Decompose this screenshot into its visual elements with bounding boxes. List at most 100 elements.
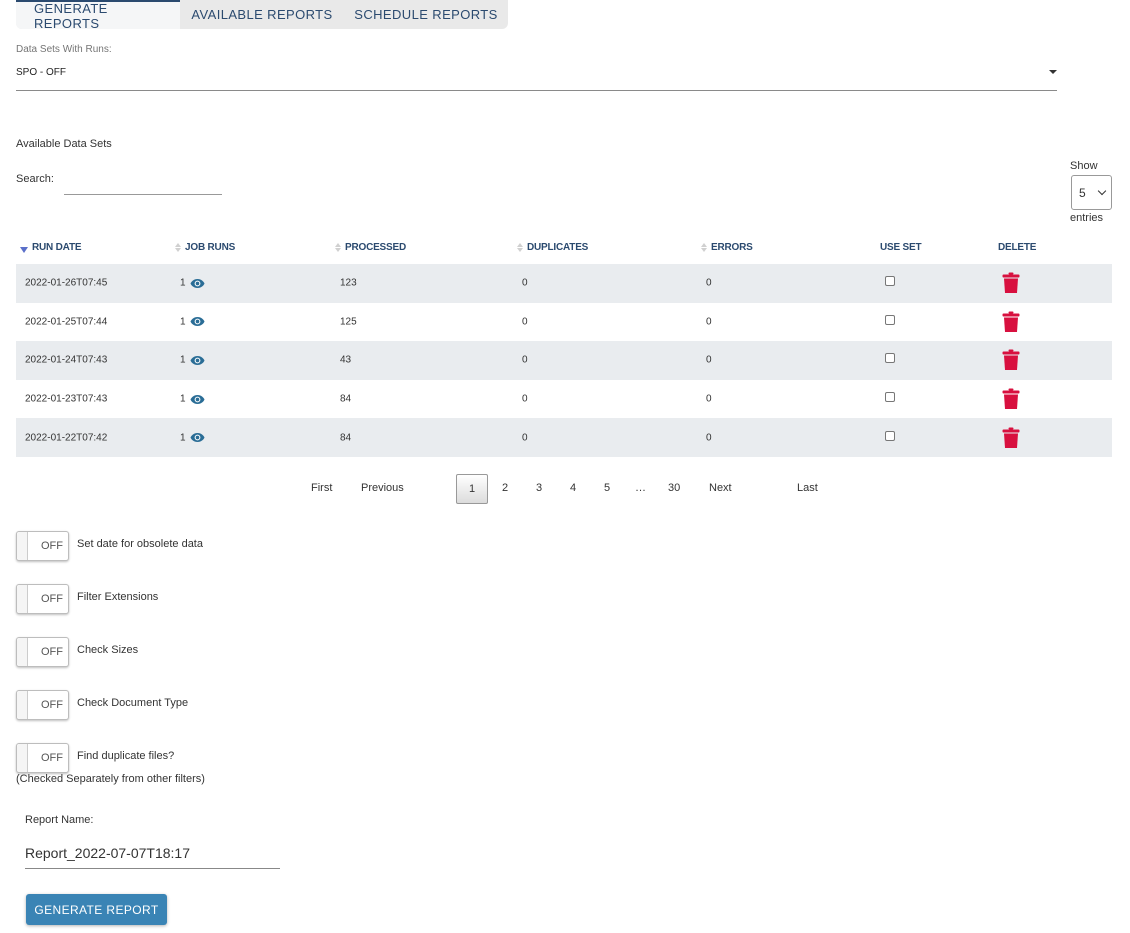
use-set-cell bbox=[885, 314, 895, 325]
column-header-errors[interactable]: ERRORS bbox=[701, 242, 753, 253]
processed-cell: 123 bbox=[340, 277, 357, 289]
toggle-row-check-sizes: OFF Check Sizes bbox=[16, 637, 138, 667]
pagination-ellipsis: … bbox=[635, 482, 646, 494]
use-set-cell bbox=[885, 392, 895, 403]
dataset-select-label: Data Sets With Runs: bbox=[16, 44, 112, 55]
toggle-state: OFF bbox=[41, 540, 63, 552]
eye-icon[interactable] bbox=[190, 433, 205, 443]
caret-down-icon bbox=[1049, 70, 1057, 74]
find-duplicates-toggle[interactable]: OFF bbox=[16, 743, 69, 773]
sort-icon bbox=[335, 243, 341, 252]
processed-cell: 125 bbox=[340, 316, 357, 328]
trash-icon[interactable] bbox=[1002, 388, 1020, 410]
eye-icon[interactable] bbox=[190, 394, 205, 404]
toggle-label: Set date for obsolete data bbox=[77, 538, 203, 550]
eye-icon[interactable] bbox=[190, 278, 205, 288]
eye-icon[interactable] bbox=[190, 355, 205, 366]
job-runs-cell: 1 bbox=[180, 432, 205, 443]
check-document-type-toggle[interactable]: OFF bbox=[16, 690, 69, 720]
entries-label: entries bbox=[1070, 212, 1104, 224]
pagination-next[interactable]: Next bbox=[709, 482, 732, 494]
column-header-job-runs[interactable]: JOB RUNS bbox=[175, 242, 235, 253]
duplicates-cell: 0 bbox=[522, 354, 528, 366]
pagination-last[interactable]: Last bbox=[797, 482, 818, 494]
use-set-cell bbox=[885, 353, 895, 364]
job-runs-count: 1 bbox=[180, 393, 186, 405]
pagination-page-5[interactable]: 5 bbox=[604, 482, 610, 494]
pagination-page-4[interactable]: 4 bbox=[570, 482, 576, 494]
pagination-page-2[interactable]: 2 bbox=[502, 482, 508, 494]
check-sizes-toggle[interactable]: OFF bbox=[16, 637, 69, 667]
table-row: 2022-01-23T07:43 1 84 0 0 bbox=[16, 380, 1112, 419]
processed-cell: 84 bbox=[340, 432, 352, 444]
run-date-cell: 2022-01-25T07:44 bbox=[25, 316, 108, 328]
job-runs-count: 1 bbox=[180, 354, 186, 366]
column-header-run-date[interactable]: RUN DATE bbox=[20, 242, 82, 253]
sort-icon bbox=[517, 243, 523, 252]
delete-cell bbox=[1002, 427, 1020, 449]
pagination-previous[interactable]: Previous bbox=[361, 482, 404, 494]
report-name-input[interactable] bbox=[25, 838, 280, 869]
errors-cell: 0 bbox=[706, 432, 712, 444]
job-runs-cell: 1 bbox=[180, 278, 205, 289]
tab-schedule-reports[interactable]: SCHEDULE REPORTS bbox=[344, 0, 508, 29]
available-data-sets-title: Available Data Sets bbox=[16, 138, 112, 150]
trash-icon[interactable] bbox=[1002, 311, 1020, 333]
page-length-select[interactable]: 5 bbox=[1071, 175, 1112, 210]
job-runs-cell: 1 bbox=[180, 394, 205, 405]
job-runs-count: 1 bbox=[180, 277, 186, 289]
tab-generate-reports[interactable]: GENERATE REPORTS bbox=[16, 0, 180, 31]
errors-cell: 0 bbox=[706, 393, 712, 405]
duplicates-cell: 0 bbox=[522, 393, 528, 405]
column-label: RUN DATE bbox=[32, 242, 82, 253]
eye-icon[interactable] bbox=[190, 317, 205, 327]
use-set-cell bbox=[885, 430, 895, 441]
delete-cell bbox=[1002, 349, 1020, 371]
column-label: PROCESSED bbox=[345, 242, 406, 253]
pagination-page-1[interactable]: 1 bbox=[456, 474, 488, 504]
delete-cell bbox=[1002, 272, 1020, 294]
pagination-page-30[interactable]: 30 bbox=[668, 482, 680, 494]
column-label: ERRORS bbox=[711, 242, 753, 253]
processed-cell: 84 bbox=[340, 393, 352, 405]
search-label: Search: bbox=[16, 173, 54, 185]
trash-icon[interactable] bbox=[1002, 349, 1020, 371]
column-label: DUPLICATES bbox=[527, 242, 589, 253]
use-set-checkbox[interactable] bbox=[885, 392, 895, 403]
table-body: 2022-01-26T07:45 1 123 0 0 2022-01-25T07… bbox=[16, 264, 1112, 457]
column-label: JOB RUNS bbox=[185, 242, 236, 253]
table-header: RUN DATE JOB RUNS PROCESSED DUPLICATES E… bbox=[16, 235, 1112, 264]
errors-cell: 0 bbox=[706, 277, 712, 289]
delete-cell bbox=[1002, 311, 1020, 333]
trash-icon[interactable] bbox=[1002, 427, 1020, 449]
search-input[interactable] bbox=[64, 176, 222, 195]
column-header-use-set: USE SET bbox=[880, 242, 922, 253]
use-set-cell bbox=[885, 276, 895, 287]
toggle-label: Filter Extensions bbox=[77, 591, 159, 603]
generate-report-button[interactable]: GENERATE REPORT bbox=[26, 894, 167, 925]
column-header-duplicates[interactable]: DUPLICATES bbox=[517, 242, 588, 253]
use-set-checkbox[interactable] bbox=[885, 353, 895, 364]
use-set-checkbox[interactable] bbox=[885, 314, 895, 325]
obsolete-date-toggle[interactable]: OFF bbox=[16, 531, 69, 561]
report-name-label: Report Name: bbox=[25, 814, 94, 826]
trash-icon[interactable] bbox=[1002, 272, 1020, 294]
data-sets-table: RUN DATE JOB RUNS PROCESSED DUPLICATES E… bbox=[16, 235, 1112, 457]
pagination-first[interactable]: First bbox=[311, 482, 332, 494]
sort-icon bbox=[701, 243, 707, 252]
filter-extensions-toggle[interactable]: OFF bbox=[16, 584, 69, 614]
pagination: First Previous 1 2 3 4 5 … 30 Next Last bbox=[0, 474, 1130, 504]
column-header-processed[interactable]: PROCESSED bbox=[335, 242, 406, 253]
delete-cell bbox=[1002, 388, 1020, 410]
use-set-checkbox[interactable] bbox=[885, 276, 895, 287]
job-runs-count: 1 bbox=[180, 316, 186, 328]
pagination-page-3[interactable]: 3 bbox=[536, 482, 542, 494]
tab-available-reports[interactable]: AVAILABLE REPORTS bbox=[180, 0, 344, 29]
dataset-select[interactable]: SPO - OFF bbox=[16, 62, 1057, 91]
toggle-row-obsolete-date: OFF Set date for obsolete data bbox=[16, 531, 203, 561]
toggle-state: OFF bbox=[41, 646, 63, 658]
page-length-value: 5 bbox=[1079, 185, 1086, 200]
duplicate-files-note: (Checked Separately from other filters) bbox=[16, 773, 205, 785]
job-runs-count: 1 bbox=[180, 432, 186, 444]
use-set-checkbox[interactable] bbox=[885, 430, 895, 441]
